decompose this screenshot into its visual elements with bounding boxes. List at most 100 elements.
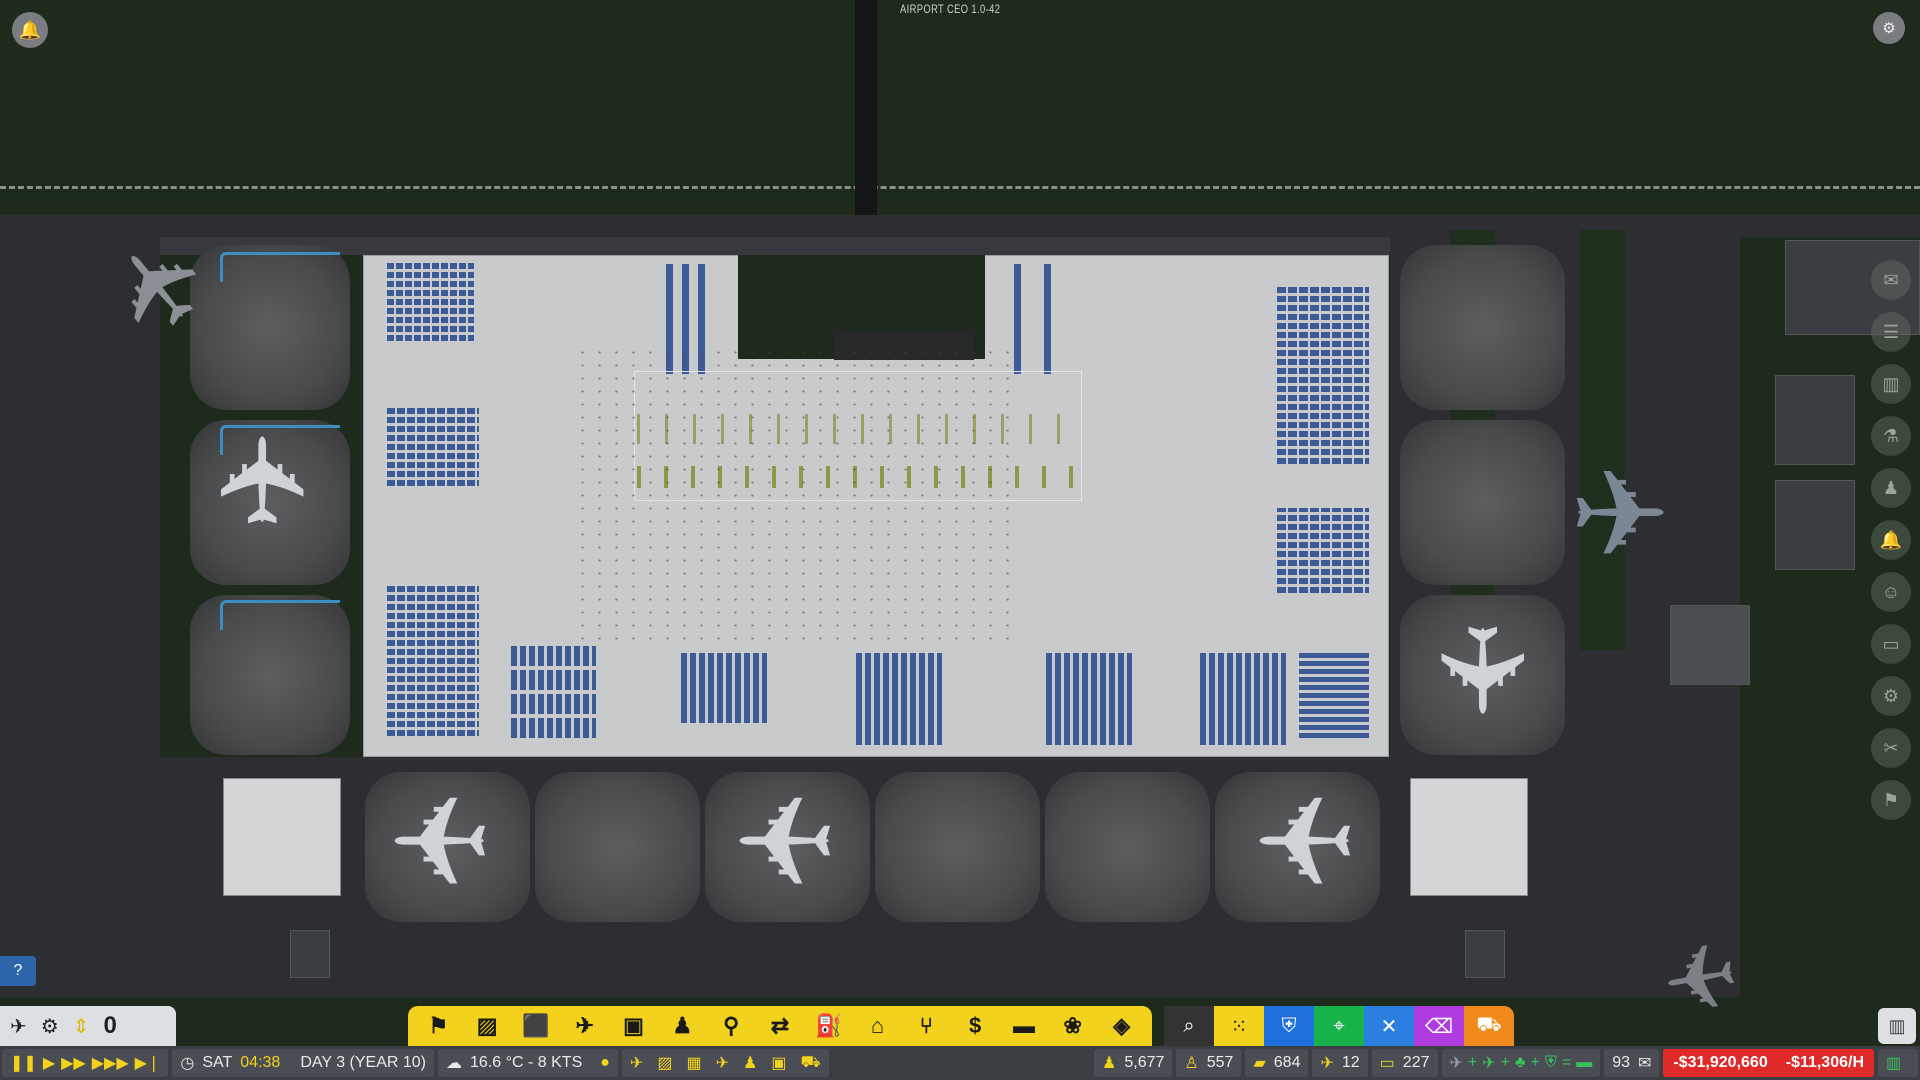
seating-area[interactable] [856,653,942,745]
hourly-rate: -$11,306/H [1785,1054,1864,1071]
stand[interactable] [1400,420,1565,585]
service-building[interactable] [1410,778,1528,896]
zones-panel-icon[interactable]: ▨ [657,1053,672,1073]
plane-icon[interactable]: ✈ [567,1008,603,1044]
bulldozer-icon[interactable]: ⛟ [1464,1006,1514,1046]
layers-icon[interactable]: ◈ [1104,1008,1140,1044]
seating-area[interactable] [387,406,479,486]
utility-building[interactable] [290,930,330,978]
rating-formula[interactable]: ✈ + ✈ + ♣ + ⛨ = ▬ [1441,1049,1601,1077]
up-down-arrows-icon[interactable]: ⇕ [73,1014,90,1039]
stand[interactable] [1045,772,1210,922]
help-button[interactable]: ? [0,956,36,986]
staff-panel-icon[interactable]: ♟ [743,1053,757,1073]
airplane-icon[interactable]: ✈ [1413,610,1547,730]
flights-panel-icon[interactable]: ✈ [630,1053,643,1073]
stand[interactable] [875,772,1040,922]
shield-icon[interactable]: ⛨ [1264,1006,1314,1046]
stand[interactable] [1400,245,1565,410]
parking-structure[interactable] [1775,375,1855,465]
stand[interactable] [535,772,700,922]
vehicle-value: 227 [1402,1054,1430,1071]
skip-icon[interactable]: ▶❘ [135,1053,161,1073]
fuel-icon[interactable]: ⛽ [811,1008,847,1044]
airline-icon[interactable]: ✉ [1871,260,1911,300]
utility-building[interactable] [1465,930,1505,978]
maintenance-icon[interactable]: ⚙ [1871,676,1911,716]
airplane-icon[interactable]: ✈ [1240,768,1370,907]
alerts-icon[interactable]: 🔔 [1871,520,1911,560]
grid-icon[interactable]: ⁙ [1214,1006,1264,1046]
flight-schedule-icon[interactable]: ✈ [10,1014,27,1039]
bag-count: ▰ 684 [1245,1049,1309,1077]
seats-icon[interactable]: ▬ [1006,1008,1042,1044]
side-panel: ✉ ☰ ▥ ⚗ ♟ 🔔 ☺ ▭ ⚙ ✂ ⚑ [1868,260,1914,820]
research-icon[interactable]: ⚗ [1871,416,1911,456]
seating-area[interactable] [1046,653,1132,745]
settings-gear-icon[interactable]: ⚙ [1873,12,1905,44]
zone-icon[interactable]: ▨ [469,1008,505,1044]
seating-area[interactable] [1014,264,1059,374]
seating-area[interactable] [387,586,479,736]
food-icon[interactable]: ⑂ [908,1008,944,1044]
network-icon[interactable]: ▥ [1878,1049,1918,1077]
airplanes-panel-icon[interactable]: ✈ [716,1053,729,1073]
stand-line [220,252,340,282]
bus-icon[interactable]: ▭ [1871,624,1911,664]
search-icon[interactable]: ⌕ [1164,1006,1214,1046]
delete-icon[interactable]: ⌫ [1414,1006,1464,1046]
vehicles-panel-icon[interactable]: ⛟ [800,1053,820,1073]
seating-area[interactable] [1277,284,1369,464]
notification-bell-icon[interactable]: 🔔 [12,12,48,48]
finance-panel-icon[interactable]: ▣ [771,1053,786,1073]
taxiway-main [0,215,1920,237]
stand-icon[interactable]: ⌂ [860,1008,896,1044]
passenger-value: 5,677 [1124,1054,1165,1071]
money-icon[interactable]: $ [957,1008,993,1044]
seating-area[interactable] [387,261,474,341]
grid-panel-icon[interactable]: ▦ [686,1053,701,1073]
faster-icon[interactable]: ▶▶▶ [92,1053,129,1073]
security-icon[interactable]: ⚲ [713,1008,749,1044]
airplane-icon[interactable]: ✈ [1633,919,1767,1031]
contracts-icon[interactable]: ☰ [1871,312,1911,352]
people-icon[interactable]: ☺ [1871,572,1911,612]
seating-area[interactable] [681,653,767,723]
fast-forward-icon[interactable]: ▶▶ [61,1053,86,1073]
settings-gears-icon[interactable]: ⚙ [41,1014,59,1039]
balance-panel[interactable]: -$31,920,660 -$11,306/H [1663,1049,1874,1077]
result-rating-icon: ▬ [1576,1054,1593,1071]
airplane-icon[interactable]: ✈ [198,420,332,540]
day-of-week: SAT [202,1054,233,1071]
baggage-icon[interactable]: ⇄ [762,1008,798,1044]
satellite-icon[interactable]: ⌖ [1314,1006,1364,1046]
runway-centerline [0,186,1920,189]
flag-icon[interactable]: ⚑ [1871,780,1911,820]
chart-icon[interactable]: ▥ [1878,1008,1916,1044]
airplane-icon[interactable]: ✈ [375,768,505,907]
seating-area[interactable] [1200,653,1286,745]
bus-icon[interactable]: ⬛ [518,1008,554,1044]
tools-icon[interactable]: ✂ [1871,728,1911,768]
play-icon[interactable]: ▶ [43,1053,55,1073]
airplane-icon[interactable]: ✈ [1560,455,1680,575]
staff-icon[interactable]: ♟ [664,1008,700,1044]
suitcase-icon[interactable]: ▣ [616,1008,652,1044]
plants-icon[interactable]: ❀ [1055,1008,1091,1044]
terminal-building[interactable] [363,255,1389,757]
seating-area[interactable] [1299,653,1369,738]
parking-structure[interactable] [1775,480,1855,570]
cancel-build-icon[interactable]: ✕ [1364,1006,1414,1046]
tower-rating-icon: ✈ [1482,1055,1496,1072]
fuel-depot[interactable] [1670,605,1750,685]
service-building[interactable] [223,778,341,896]
staff-icon[interactable]: ♟ [1871,468,1911,508]
statistics-icon[interactable]: ▥ [1871,364,1911,404]
pause-icon[interactable]: ❚❚ [10,1053,37,1073]
airplane-icon[interactable]: ✈ [720,768,850,907]
seating-area[interactable] [511,646,596,738]
seating-area[interactable] [1277,508,1369,593]
runway-icon[interactable]: ⚑ [420,1008,456,1044]
game-world[interactable]: ✈ ✈ ✈ ✈ ✈ ✈ ✈ ✈ AIRPORT CEO 1.0-42 🔔 ⚙ ✉… [0,0,1920,1080]
messages[interactable]: 93 ✉ [1604,1049,1660,1077]
